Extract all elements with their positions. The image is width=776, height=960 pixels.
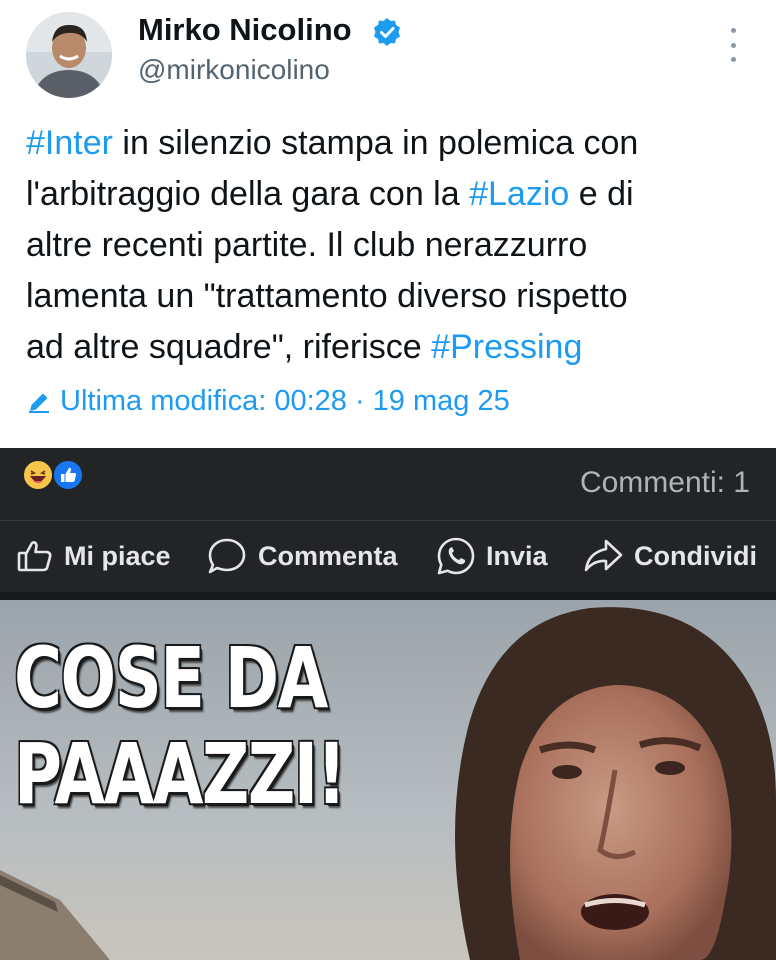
tweet-text-line: ad altre squadre", riferisce #Pressing <box>26 322 766 373</box>
hashtag-link[interactable]: #Inter <box>26 124 113 162</box>
meme-caption-line-2: PAAAZZI! <box>14 725 346 823</box>
pencil-icon <box>29 393 49 413</box>
verified-badge-icon <box>374 18 400 46</box>
tweet-text-segment: altre recenti partite. Il club nerazzurr… <box>26 226 588 264</box>
tweet-text-segment: in silenzio stampa in polemica con <box>112 124 639 162</box>
share-label: Condividi <box>634 540 757 571</box>
hashtag-link[interactable]: #Lazio <box>469 175 569 213</box>
share-arrow-icon <box>584 539 623 572</box>
tweet-text-line: l'arbitraggio della gara con la #Lazio e… <box>26 169 766 220</box>
meme-caption-line-1: COSE DA <box>14 629 328 727</box>
hashtag-link[interactable]: #Pressing <box>431 328 582 366</box>
author-name[interactable]: Mirko Nicolino <box>138 12 352 48</box>
separator-strip <box>0 592 776 600</box>
tweet-text: #Inter in silenzio stampa in polemica co… <box>26 118 766 373</box>
tweet-text-line: #Inter in silenzio stampa in polemica co… <box>26 118 766 169</box>
like-emoji-icon <box>52 459 84 491</box>
comment-label: Commenta <box>258 540 398 571</box>
comment-button[interactable]: Commenta <box>206 528 398 584</box>
haha-emoji-icon <box>22 459 54 491</box>
more-options-icon[interactable] <box>728 28 738 62</box>
tweet-text-line: altre recenti partite. Il club nerazzurr… <box>26 220 766 271</box>
post-actions: Mi piace Commenta Invia Condividi <box>0 528 776 584</box>
whatsapp-icon <box>437 537 475 575</box>
author-avatar[interactable] <box>26 12 112 98</box>
tweet-text-segment: l'arbitraggio della gara con la <box>26 175 470 213</box>
tweet-text-segment: e di <box>569 175 634 213</box>
avatar-photo <box>26 12 112 98</box>
divider <box>0 520 776 521</box>
edited-label: Ultima modifica: 00:28 · 19 mag 25 <box>60 385 510 417</box>
tweet-card: Mirko Nicolino @mirkonicolino #Inter in … <box>0 0 776 448</box>
send-label: Invia <box>486 540 548 571</box>
tweet-text-segment: lamenta un "trattamento diverso rispetto <box>26 277 628 315</box>
author-handle[interactable]: @mirkonicolino <box>138 54 330 86</box>
comment-bubble-icon <box>208 538 246 574</box>
comments-count[interactable]: Commenti: 1 <box>580 466 750 500</box>
thumbs-up-icon <box>17 541 52 572</box>
like-button[interactable]: Mi piace <box>16 528 171 584</box>
reactions-summary[interactable] <box>22 459 92 491</box>
tweet-text-segment: ad altre squadre", riferisce <box>26 328 432 366</box>
edited-indicator[interactable]: Ultima modifica: 00:28 · 19 mag 25 <box>26 385 510 418</box>
send-button[interactable]: Invia <box>436 528 548 584</box>
share-button[interactable]: Condividi <box>582 528 757 584</box>
tweet-text-line: lamenta un "trattamento diverso rispetto <box>26 271 766 322</box>
meme-caption: COSE DA PAAAZZI! <box>14 629 346 823</box>
like-label: Mi piace <box>64 540 171 571</box>
meme-image[interactable]: COSE DA PAAAZZI! <box>0 600 776 960</box>
